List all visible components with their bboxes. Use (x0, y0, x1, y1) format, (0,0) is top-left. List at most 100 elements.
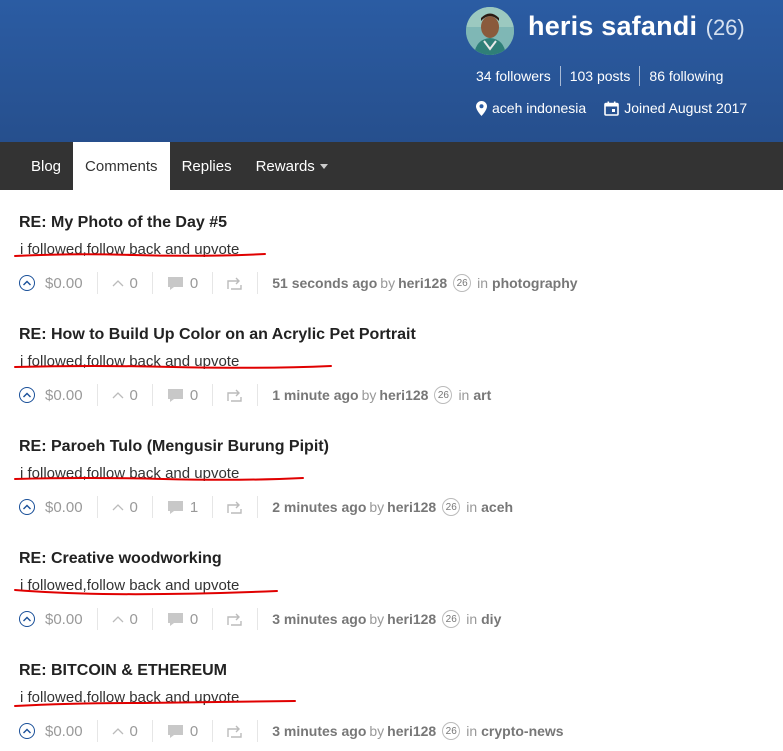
payout-value[interactable]: $0.00 (45, 387, 83, 404)
tab-rewards[interactable]: Rewards (244, 142, 340, 190)
author-link[interactable]: heri128 (398, 275, 447, 291)
list-item: RE: How to Build Up Color on an Acrylic … (14, 326, 759, 410)
comment-footer: $0.00 0 0 1 minute ago by heri128 26 in … (19, 383, 491, 407)
category-link[interactable]: crypto-news (481, 723, 563, 739)
votes-count[interactable]: 0 (130, 387, 138, 404)
votes: 0 (112, 384, 138, 406)
reblog (227, 720, 243, 742)
reblog (227, 608, 243, 630)
votes: 0 (112, 608, 138, 630)
divider (96, 608, 98, 630)
payout-value[interactable]: $0.00 (45, 723, 83, 740)
reblog (227, 384, 243, 406)
replies-count[interactable]: 0 (190, 723, 198, 740)
list-item: RE: BITCOIN & ETHEREUM i followed,follow… (14, 662, 759, 746)
divider (151, 272, 153, 294)
author-link[interactable]: heri128 (387, 611, 436, 627)
replies-count[interactable]: 0 (190, 387, 198, 404)
divider (96, 720, 98, 742)
category-link[interactable]: aceh (481, 499, 513, 515)
posts-link[interactable]: 103 posts (561, 66, 641, 86)
tab-blog[interactable]: Blog (0, 142, 73, 190)
divider (212, 272, 214, 294)
reblog-icon[interactable] (227, 724, 243, 738)
divider (257, 384, 259, 406)
comment-bubble-icon[interactable] (167, 724, 184, 739)
author-link[interactable]: heri128 (379, 387, 428, 403)
category-link[interactable]: art (473, 387, 491, 403)
downvote-chevron-icon[interactable] (112, 503, 124, 511)
downvote-chevron-icon[interactable] (112, 391, 124, 399)
author-link[interactable]: heri128 (387, 499, 436, 515)
list-item: RE: My Photo of the Day #5 i followed,fo… (14, 214, 759, 298)
votes-count[interactable]: 0 (130, 611, 138, 628)
downvote-chevron-icon[interactable] (112, 615, 124, 623)
category-link[interactable]: photography (492, 275, 578, 291)
timestamp[interactable]: 2 minutes ago (272, 499, 366, 515)
post-info: 1 minute ago by heri128 26 in art (272, 384, 491, 406)
replies-count[interactable]: 0 (190, 611, 198, 628)
timestamp[interactable]: 51 seconds ago (272, 275, 377, 291)
comment-title[interactable]: RE: Paroeh Tulo (Mengusir Burung Pipit) (19, 438, 329, 456)
tab-comments[interactable]: Comments (73, 142, 170, 190)
list-item: RE: Creative woodworking i followed,foll… (14, 550, 759, 634)
downvote-chevron-icon[interactable] (112, 727, 124, 735)
tab-replies[interactable]: Replies (170, 142, 244, 190)
comment-bubble-icon[interactable] (167, 612, 184, 627)
votes-count[interactable]: 0 (130, 499, 138, 516)
votes-count[interactable]: 0 (130, 723, 138, 740)
location-text: aceh indonesia (492, 100, 587, 116)
reblog-icon[interactable] (227, 276, 243, 290)
author-reputation-badge: 26 (453, 274, 472, 292)
upvote-circle-icon[interactable] (19, 499, 35, 515)
followers-link[interactable]: 34 followers (476, 66, 561, 86)
replies: 0 (167, 384, 198, 406)
by-label: by (369, 611, 385, 627)
reblog-icon[interactable] (227, 612, 243, 626)
profile-tabs: Blog Comments Replies Rewards (0, 142, 783, 190)
payout-value[interactable]: $0.00 (45, 499, 83, 516)
author-reputation-badge: 26 (442, 498, 461, 516)
timestamp[interactable]: 3 minutes ago (272, 723, 366, 739)
payout-value[interactable]: $0.00 (45, 611, 83, 628)
reblog-icon[interactable] (227, 388, 243, 402)
comment-bubble-icon[interactable] (167, 500, 184, 515)
comment-footer: $0.00 0 0 3 minutes ago by heri128 26 in… (19, 607, 501, 631)
payout: $0.00 (19, 272, 83, 294)
upvote-circle-icon[interactable] (19, 723, 35, 739)
replies-count[interactable]: 1 (190, 499, 198, 516)
category-link[interactable]: diy (481, 611, 501, 627)
divider (257, 496, 259, 518)
comment-title[interactable]: RE: My Photo of the Day #5 (19, 214, 227, 232)
dropdown-caret-icon (319, 164, 328, 169)
comment-footer: $0.00 0 0 3 minutes ago by heri128 26 in… (19, 719, 564, 743)
timestamp[interactable]: 1 minute ago (272, 387, 358, 403)
reblog-icon[interactable] (227, 500, 243, 514)
comment-title[interactable]: RE: How to Build Up Color on an Acrylic … (19, 326, 416, 344)
upvote-circle-icon[interactable] (19, 275, 35, 291)
annotation-underline (14, 365, 332, 369)
reblog (227, 496, 243, 518)
payout-value[interactable]: $0.00 (45, 275, 83, 292)
upvote-circle-icon[interactable] (19, 387, 35, 403)
downvote-chevron-icon[interactable] (112, 279, 124, 287)
comment-bubble-icon[interactable] (167, 276, 184, 291)
annotation-underline (14, 700, 296, 707)
comment-title[interactable]: RE: Creative woodworking (19, 550, 222, 568)
comment-title[interactable]: RE: BITCOIN & ETHEREUM (19, 662, 227, 680)
profile-name: heris safandi (528, 11, 698, 41)
payout: $0.00 (19, 608, 83, 630)
divider (151, 608, 153, 630)
votes: 0 (112, 272, 138, 294)
votes-count[interactable]: 0 (130, 275, 138, 292)
timestamp[interactable]: 3 minutes ago (272, 611, 366, 627)
replies-count[interactable]: 0 (190, 275, 198, 292)
author-link[interactable]: heri128 (387, 723, 436, 739)
divider (96, 384, 98, 406)
divider (212, 496, 214, 518)
comment-bubble-icon[interactable] (167, 388, 184, 403)
replies: 0 (167, 720, 198, 742)
avatar[interactable] (466, 7, 514, 55)
following-link[interactable]: 86 following (640, 66, 723, 86)
upvote-circle-icon[interactable] (19, 611, 35, 627)
